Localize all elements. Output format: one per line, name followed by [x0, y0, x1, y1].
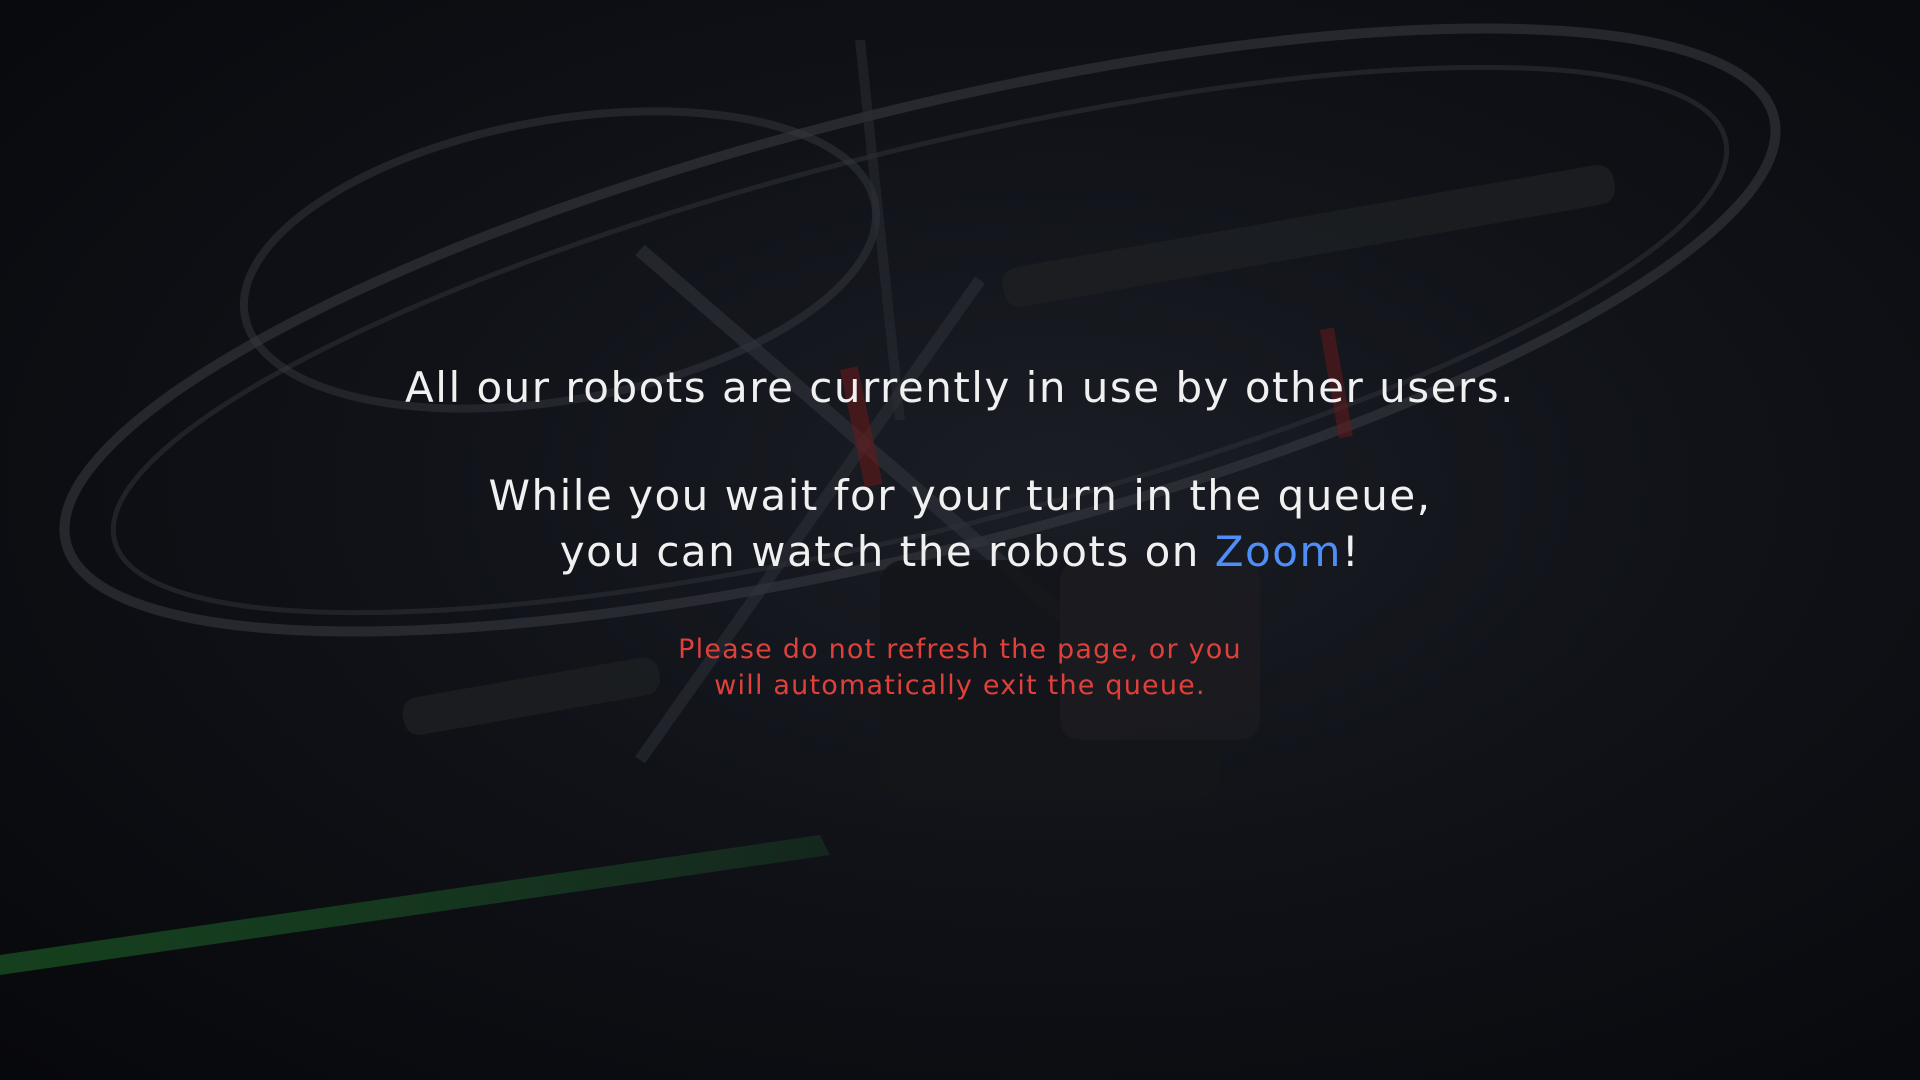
queue-screen: All our robots are currently in use by o…	[0, 0, 1920, 1080]
queue-message: All our robots are currently in use by o…	[0, 360, 1920, 704]
refresh-warning-line-1: Please do not refresh the page, or you	[678, 634, 1242, 665]
robots-busy-text: All our robots are currently in use by o…	[405, 363, 1515, 412]
wait-text: While you wait for your turn in the queu…	[488, 471, 1432, 520]
refresh-warning: Please do not refresh the page, or you w…	[0, 632, 1920, 704]
refresh-warning-line-2: will automatically exit the queue.	[714, 670, 1206, 701]
watch-text: you can watch the robots on Zoom!	[0, 524, 1920, 580]
watch-text-suffix: !	[1341, 527, 1361, 576]
zoom-link[interactable]: Zoom	[1215, 527, 1342, 576]
watch-text-prefix: you can watch the robots on	[559, 527, 1215, 576]
